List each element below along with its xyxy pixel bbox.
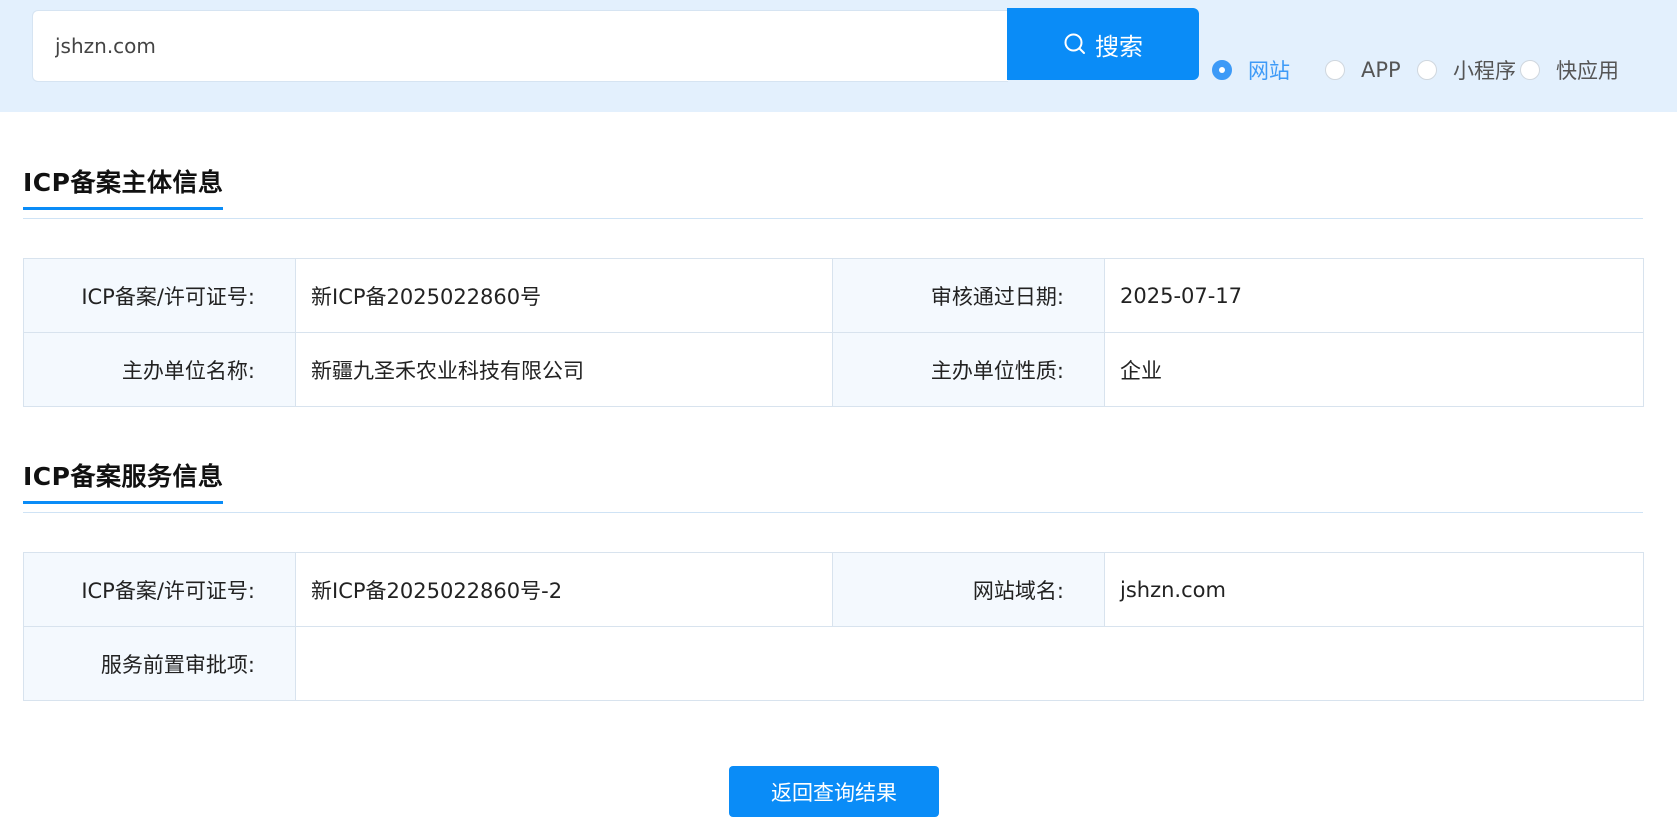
- organizer-type-value: 企业: [1104, 332, 1644, 407]
- radio-unchecked-icon: [1520, 60, 1540, 80]
- service-license-label: ICP备案/许可证号:: [23, 552, 296, 627]
- radio-app[interactable]: APP: [1325, 55, 1401, 85]
- service-info-table: ICP备案/许可证号: 新ICP备2025022860号-2 网站域名: jsh…: [23, 552, 1644, 701]
- table-row: 主办单位名称: 新疆九圣禾农业科技有限公司 主办单位性质: 企业: [23, 332, 1644, 407]
- search-button-label: 搜索: [1095, 32, 1143, 61]
- search-input[interactable]: [32, 10, 1008, 82]
- approval-date-value: 2025-07-17: [1104, 258, 1644, 333]
- domain-value: jshzn.com: [1104, 552, 1644, 627]
- back-to-results-button[interactable]: 返回查询结果: [729, 766, 939, 817]
- section-divider: [23, 218, 1643, 219]
- pre-approval-label: 服务前置审批项:: [23, 626, 296, 701]
- table-row: ICP备案/许可证号: 新ICP备2025022860号-2 网站域名: jsh…: [23, 552, 1644, 627]
- service-section-title: ICP备案服务信息: [23, 457, 224, 504]
- section-divider: [23, 512, 1643, 513]
- organizer-type-label: 主办单位性质:: [832, 332, 1105, 407]
- table-row: ICP备案/许可证号: 新ICP备2025022860号 审核通过日期: 202…: [23, 258, 1644, 333]
- radio-unchecked-icon: [1325, 60, 1345, 80]
- radio-miniprogram[interactable]: 小程序: [1417, 55, 1516, 85]
- search-button[interactable]: 搜索: [1007, 8, 1199, 80]
- radio-website[interactable]: 网站: [1212, 55, 1290, 85]
- radio-quickapp[interactable]: 快应用: [1520, 55, 1619, 85]
- radio-label: APP: [1361, 58, 1401, 82]
- pre-approval-value: [295, 626, 1644, 701]
- table-row: 服务前置审批项:: [23, 626, 1644, 701]
- license-number-value: 新ICP备2025022860号: [295, 258, 833, 333]
- service-license-value: 新ICP备2025022860号-2: [295, 552, 833, 627]
- radio-label: 网站: [1248, 59, 1290, 83]
- search-bar-area: 搜索 网站 APP 小程序 快应用: [0, 0, 1677, 112]
- radio-label: 快应用: [1556, 59, 1619, 83]
- radio-label: 小程序: [1453, 59, 1516, 83]
- organizer-name-label: 主办单位名称:: [23, 332, 296, 407]
- subject-info-table: ICP备案/许可证号: 新ICP备2025022860号 审核通过日期: 202…: [23, 258, 1644, 407]
- approval-date-label: 审核通过日期:: [832, 258, 1105, 333]
- search-icon: [1063, 32, 1087, 56]
- radio-checked-icon: [1212, 60, 1232, 80]
- radio-unchecked-icon: [1417, 60, 1437, 80]
- license-number-label: ICP备案/许可证号:: [23, 258, 296, 333]
- domain-label: 网站域名:: [832, 552, 1105, 627]
- subject-section-title: ICP备案主体信息: [23, 163, 224, 210]
- organizer-name-value: 新疆九圣禾农业科技有限公司: [295, 332, 833, 407]
